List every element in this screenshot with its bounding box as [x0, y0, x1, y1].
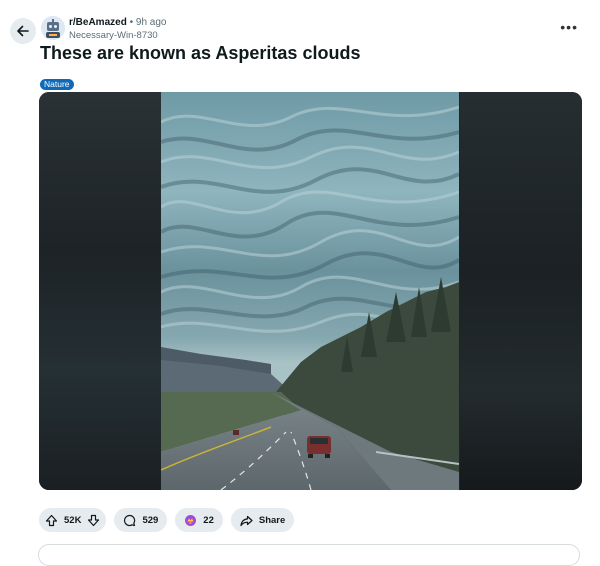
- arrow-up-icon: [45, 514, 58, 526]
- post-meta: r/BeAmazed • 9h ago Necessary-Win-8730: [69, 16, 166, 42]
- back-button[interactable]: [10, 18, 36, 44]
- subreddit-avatar[interactable]: [41, 16, 65, 40]
- media-blur-background-right: [460, 92, 582, 490]
- comment-input-box[interactable]: [38, 544, 580, 566]
- award-button[interactable]: 22: [175, 508, 223, 532]
- post-author[interactable]: Necessary-Win-8730: [69, 29, 166, 42]
- vote-count: 52K: [64, 514, 82, 526]
- upvote-button[interactable]: [45, 514, 58, 527]
- post-title[interactable]: These are known as Asperitas clouds: [40, 43, 360, 64]
- meta-separator: •: [129, 17, 134, 28]
- share-label: Share: [258, 514, 286, 526]
- post-media[interactable]: [39, 92, 582, 490]
- award-count: 22: [203, 514, 214, 526]
- more-options-button[interactable]: •••: [560, 19, 578, 35]
- media-blur-background-left: [39, 92, 161, 490]
- post-actions: 52K 529 22 Share: [39, 508, 295, 532]
- post-age: 9h ago: [135, 17, 167, 28]
- share-arrow-icon: [240, 515, 253, 526]
- robot-icon: [41, 16, 65, 40]
- share-button[interactable]: Share: [230, 508, 295, 532]
- vote-bar: 52K: [39, 508, 107, 532]
- post-flair[interactable]: Nature: [40, 79, 74, 90]
- speech-bubble-icon: [124, 514, 136, 526]
- comments-button[interactable]: 529: [114, 508, 168, 532]
- award-icon: [185, 514, 197, 526]
- arrow-left-icon: [17, 25, 29, 37]
- post-image[interactable]: [161, 92, 459, 490]
- subreddit-name[interactable]: r/BeAmazed: [69, 17, 127, 28]
- downvote-button[interactable]: [87, 514, 100, 527]
- comment-count: 529: [142, 514, 159, 526]
- arrow-down-icon: [88, 514, 100, 526]
